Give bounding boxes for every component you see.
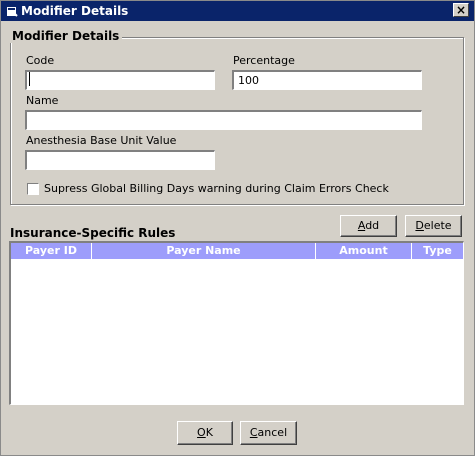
ok-label-rest: K bbox=[205, 426, 213, 439]
close-button[interactable]: × bbox=[453, 3, 469, 17]
name-input[interactable] bbox=[25, 110, 422, 130]
column-header-payer-name[interactable]: Payer Name bbox=[92, 243, 316, 259]
cancel-label-rest: ancel bbox=[257, 426, 288, 439]
delete-mnemonic: D bbox=[415, 219, 424, 232]
cancel-mnemonic: C bbox=[249, 426, 258, 439]
group-title: Modifier Details bbox=[9, 29, 123, 43]
code-input[interactable] bbox=[25, 70, 215, 90]
suppress-warning-checkbox[interactable] bbox=[27, 183, 39, 195]
delete-rule-button[interactable]: Delete bbox=[405, 215, 462, 237]
code-label: Code bbox=[26, 54, 55, 67]
add-rule-button[interactable]: Add bbox=[340, 215, 397, 237]
table-header: Payer ID Payer Name Amount Type bbox=[11, 243, 463, 259]
window-title: Modifier Details bbox=[21, 4, 129, 18]
rules-title: Insurance-Specific Rules bbox=[10, 226, 176, 240]
text-caret bbox=[29, 72, 30, 86]
ok-button[interactable]: OK bbox=[177, 421, 233, 445]
close-icon: × bbox=[455, 3, 467, 17]
anesthesia-label: Anesthesia Base Unit Value bbox=[26, 134, 177, 147]
title-bar[interactable]: Modifier Details × bbox=[1, 1, 474, 21]
percentage-input[interactable] bbox=[232, 70, 422, 90]
name-label: Name bbox=[26, 94, 59, 107]
anesthesia-input[interactable] bbox=[25, 150, 215, 170]
cancel-button[interactable]: Cancel bbox=[240, 421, 297, 445]
column-header-payer-id[interactable]: Payer ID bbox=[11, 243, 92, 259]
app-icon bbox=[7, 7, 18, 17]
modifier-details-dialog: Modifier Details × Modifier Details Code… bbox=[0, 0, 475, 456]
add-label-rest: dd bbox=[365, 219, 380, 232]
ok-mnemonic: O bbox=[197, 426, 206, 439]
rules-table[interactable]: Payer ID Payer Name Amount Type bbox=[9, 241, 464, 405]
delete-label-rest: elete bbox=[423, 219, 452, 232]
percentage-label: Percentage bbox=[233, 54, 295, 67]
suppress-warning-label[interactable]: Supress Global Billing Days warning duri… bbox=[44, 182, 389, 195]
column-header-amount[interactable]: Amount bbox=[316, 243, 412, 259]
column-header-type[interactable]: Type bbox=[412, 243, 463, 259]
